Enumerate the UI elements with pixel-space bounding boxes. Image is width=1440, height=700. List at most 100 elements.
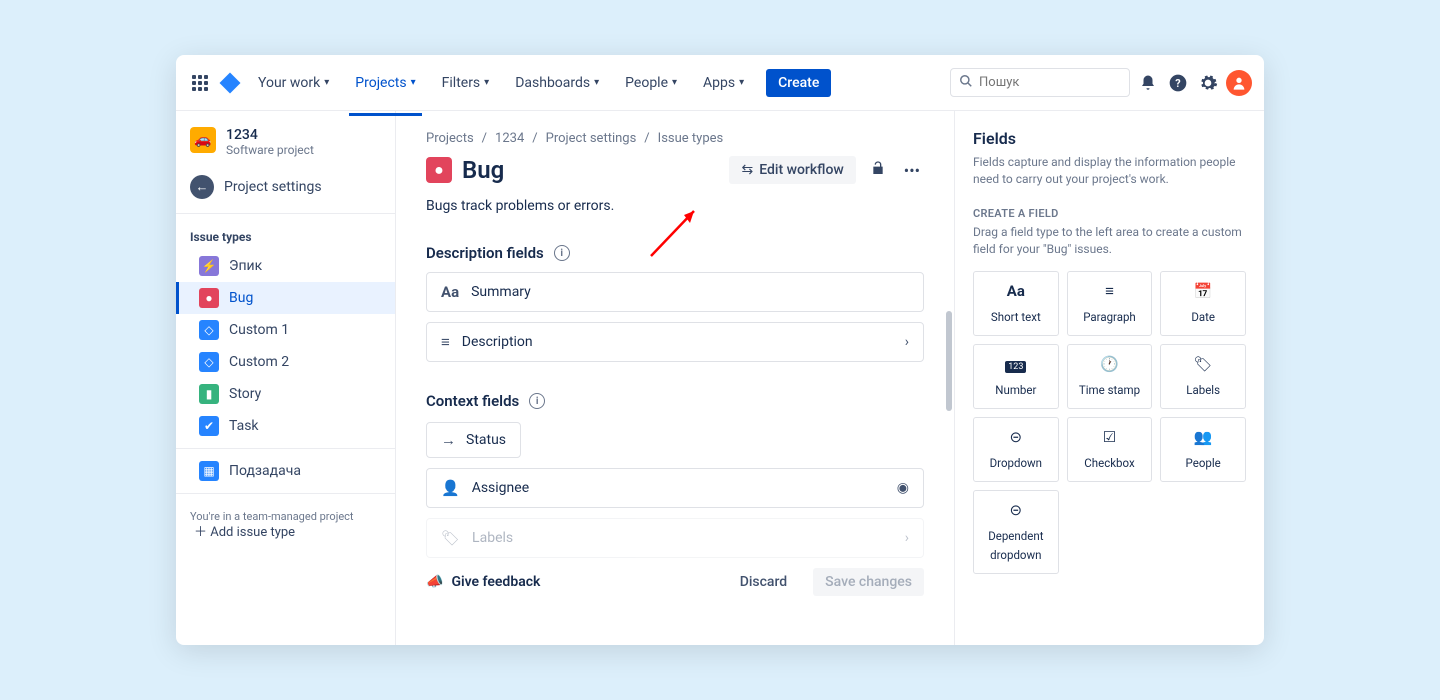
issue-type-subtask[interactable]: ▦ Подзадача xyxy=(176,455,395,487)
nav-apps[interactable]: Apps▾ xyxy=(693,69,754,97)
number-icon: 123 xyxy=(978,355,1054,373)
help-icon[interactable]: ? xyxy=(1166,71,1190,95)
nav-label: Your work xyxy=(258,75,320,91)
arrow-right-icon: → xyxy=(441,431,456,449)
person-circle-icon: ◉ xyxy=(897,480,909,496)
tile-label: Number xyxy=(995,383,1036,397)
breadcrumb-projects[interactable]: Projects xyxy=(426,131,474,146)
breadcrumb-settings[interactable]: Project settings xyxy=(546,131,637,146)
field-tile-checkbox[interactable]: ☑Checkbox xyxy=(1067,417,1153,482)
section-label: Context fields xyxy=(426,392,519,410)
task-icon: ✔ xyxy=(199,416,219,436)
info-icon[interactable]: i xyxy=(554,245,570,261)
nav-your-work[interactable]: Your work▾ xyxy=(248,69,339,97)
person-icon: 👤 xyxy=(441,479,460,497)
info-icon[interactable]: i xyxy=(529,393,545,409)
nav-projects[interactable]: Projects▾ xyxy=(345,69,425,97)
svg-text:?: ? xyxy=(1175,77,1180,90)
jira-logo-icon xyxy=(218,71,242,95)
add-issue-type-label: Add issue type xyxy=(210,525,295,540)
notifications-icon[interactable] xyxy=(1136,71,1160,95)
field-tile-number[interactable]: 123 Number xyxy=(973,344,1059,409)
search-input[interactable] xyxy=(979,75,1121,90)
right-panel-title: Fields xyxy=(973,129,1246,148)
subtask-icon: ▦ xyxy=(199,461,219,481)
give-feedback-link[interactable]: 📣 Give feedback xyxy=(426,574,540,590)
save-changes-button[interactable]: Save changes xyxy=(813,568,924,596)
dependent-dropdown-icon: ⊝ xyxy=(978,501,1054,519)
breadcrumb-issue-types[interactable]: Issue types xyxy=(658,131,724,146)
edit-workflow-button[interactable]: ⇆ Edit workflow xyxy=(729,156,855,184)
nav-dashboards[interactable]: Dashboards▾ xyxy=(505,69,609,97)
issue-type-description: Bugs track problems or errors. xyxy=(426,198,924,214)
settings-icon[interactable] xyxy=(1196,71,1220,95)
search-box[interactable] xyxy=(950,68,1130,97)
chevron-right-icon: › xyxy=(905,334,909,350)
issue-type-custom-1[interactable]: ◇ Custom 1 xyxy=(176,314,395,346)
chevron-down-icon: ▾ xyxy=(594,77,599,88)
field-tile-dropdown[interactable]: ⊝Dropdown xyxy=(973,417,1059,482)
project-type: Software project xyxy=(226,143,314,157)
field-type-grid: AaShort text ≡Paragraph 📅Date 123Number … xyxy=(973,271,1246,574)
field-label: Assignee xyxy=(472,480,529,496)
field-tile-paragraph[interactable]: ≡Paragraph xyxy=(1067,271,1153,336)
edit-workflow-label: Edit workflow xyxy=(759,162,844,178)
epic-icon: ⚡ xyxy=(199,256,219,276)
field-labels[interactable]: 🏷 Labels › xyxy=(426,518,924,558)
issue-type-epic[interactable]: ⚡ Эпик xyxy=(176,250,395,282)
issue-type-story[interactable]: ▮ Story xyxy=(176,378,395,410)
profile-avatar[interactable] xyxy=(1226,70,1252,96)
issue-type-custom-2[interactable]: ◇ Custom 2 xyxy=(176,346,395,378)
issue-type-label: Подзадача xyxy=(229,463,301,479)
field-tile-dependent-dropdown[interactable]: ⊝Dependent dropdown xyxy=(973,490,1059,574)
clock-icon: 🕐 xyxy=(1072,355,1148,373)
bug-icon: ● xyxy=(199,288,219,308)
field-label: Summary xyxy=(471,284,531,300)
bug-icon: ● xyxy=(426,157,452,183)
field-tile-people[interactable]: 👥People xyxy=(1160,417,1246,482)
tag-icon: 🏷 xyxy=(1165,355,1241,373)
field-description[interactable]: ≡ Description › xyxy=(426,322,924,362)
nav-filters[interactable]: Filters▾ xyxy=(432,69,500,97)
field-tile-timestamp[interactable]: 🕐Time stamp xyxy=(1067,344,1153,409)
nav-label: Projects xyxy=(355,75,406,91)
project-header: 🚗 1234 Software project xyxy=(176,111,395,167)
field-assignee[interactable]: 👤 Assignee ◉ xyxy=(426,468,924,508)
section-label: Description fields xyxy=(426,244,544,262)
nav-label: Filters xyxy=(442,75,481,91)
lock-icon[interactable] xyxy=(866,156,890,184)
top-nav: Your work▾ Projects▾ Filters▾ Dashboards… xyxy=(176,55,1264,111)
scrollbar-thumb[interactable] xyxy=(946,311,952,411)
create-button[interactable]: Create xyxy=(766,69,831,97)
story-icon: ▮ xyxy=(199,384,219,404)
title-row: ● Bug ⇆ Edit workflow ••• xyxy=(426,156,924,184)
issue-type-task[interactable]: ✔ Task xyxy=(176,410,395,442)
text-icon: Aa xyxy=(978,282,1054,300)
field-label: Labels xyxy=(472,530,513,546)
add-issue-type-link[interactable]: ＋ Add issue type xyxy=(176,521,395,540)
field-label: Status xyxy=(466,432,506,448)
app-switcher-icon[interactable] xyxy=(188,71,212,95)
tile-label: Labels xyxy=(1186,383,1220,397)
issue-type-label: Task xyxy=(229,418,259,434)
custom-icon: ◇ xyxy=(199,320,219,340)
field-summary[interactable]: Aa Summary xyxy=(426,272,924,312)
tile-label: Checkbox xyxy=(1084,456,1134,470)
issue-type-label: Story xyxy=(229,386,261,402)
nav-label: Apps xyxy=(703,75,735,91)
more-icon[interactable]: ••• xyxy=(900,157,924,184)
field-tile-date[interactable]: 📅Date xyxy=(1160,271,1246,336)
field-tile-short-text[interactable]: AaShort text xyxy=(973,271,1059,336)
issue-type-label: Bug xyxy=(229,290,253,306)
tag-icon: 🏷 xyxy=(441,529,460,547)
discard-button[interactable]: Discard xyxy=(730,568,797,596)
paragraph-icon: ≡ xyxy=(1072,282,1148,300)
back-to-project-settings[interactable]: ← Project settings xyxy=(176,167,395,207)
field-status[interactable]: → Status xyxy=(426,422,521,458)
field-tile-labels[interactable]: 🏷 Labels xyxy=(1160,344,1246,409)
breadcrumb-project[interactable]: 1234 xyxy=(495,131,524,146)
content: Projects / 1234 / Project settings / Iss… xyxy=(396,111,954,645)
chevron-right-icon: › xyxy=(905,530,909,546)
issue-type-bug[interactable]: ● Bug xyxy=(176,282,395,314)
nav-people[interactable]: People▾ xyxy=(615,69,687,97)
